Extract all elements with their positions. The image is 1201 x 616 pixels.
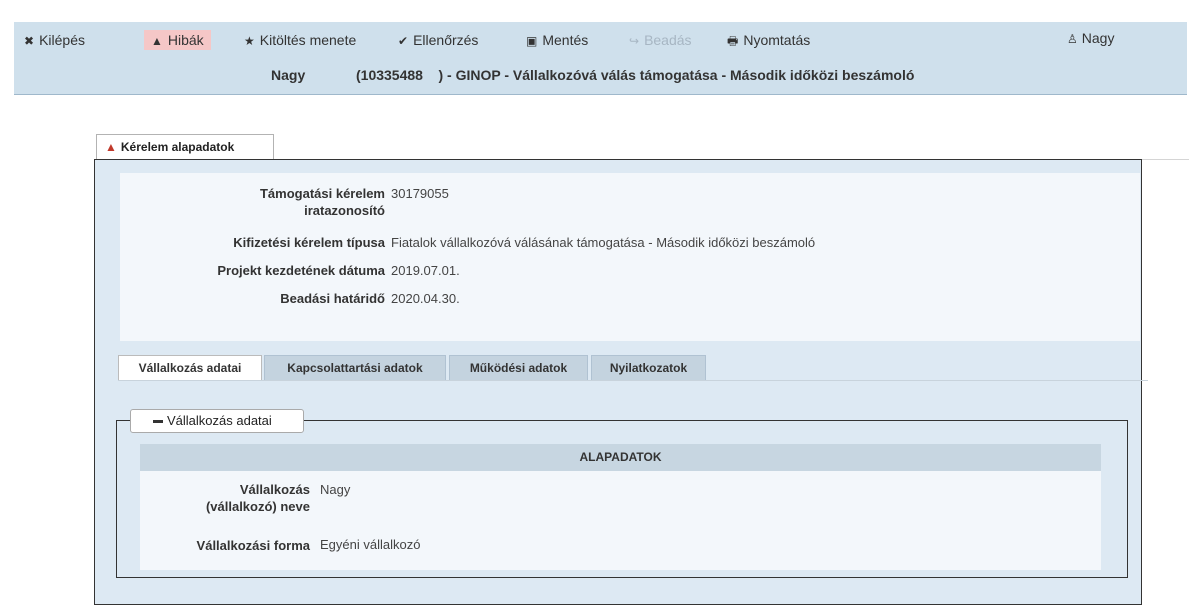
print-label: Nyomtatás [743,32,811,48]
errors-label: Hibák [167,32,204,48]
section-legend: Vállalkozás adatai [167,413,272,428]
field-label: Vállalkozás (vállalkozó) neve [140,481,310,515]
exit-button[interactable]: ✖ Kilépés [24,30,85,50]
project-title: (10335488 ) - GINOP - Vállalkozóvá válás… [356,67,915,83]
checkmark-icon: ✔ [398,34,409,48]
info-value: 2019.07.01. [391,263,460,278]
section-header: ALAPADATOK [140,444,1101,471]
fill-guide-label: Kitöltés menete [259,32,357,48]
minus-icon [153,420,163,424]
info-value: 30179055 [391,186,449,201]
save-icon: ▣ [526,34,538,48]
check-button[interactable]: ✔ Ellenőrzés [398,30,478,50]
info-label: Támogatási kérelem iratazonosító [120,185,385,219]
user-icon: ♙ [1067,32,1078,46]
fill-guide-button[interactable]: ★ Kitöltés menete [244,30,356,50]
info-label-line2: iratazonosító [304,203,385,218]
info-value: 2020.04.30. [391,291,460,306]
share-arrow-icon: ↪ [629,34,640,48]
field-value: Nagy [320,482,351,497]
alapadatok-body: Vállalkozás (vállalkozó) neve Nagy Válla… [140,471,1101,570]
info-label-line1: Támogatási kérelem [259,186,385,201]
check-label: Ellenőrzés [413,32,479,48]
field-label-line2: (vállalkozó) neve [205,499,310,514]
submit-button[interactable]: ↪ Beadás [629,30,692,50]
info-label: Beadási határidő [280,291,385,306]
print-button[interactable]: 🖶 Nyomtatás [727,30,810,50]
tab-kapcsolattartasi-adatok[interactable]: Kapcsolattartási adatok [264,355,446,381]
tab-label: Kérelem alapadatok [120,140,235,154]
field-label: Vállalkozási forma [196,538,310,553]
info-label: Projekt kezdetének dátuma [217,263,385,278]
user-menu[interactable]: ♙ Nagy [1067,30,1114,46]
info-value: Fiatalok vállalkozóvá válásának támogatá… [391,235,816,250]
warning-icon: ▲ [151,34,163,48]
warning-icon: ▲ [105,140,117,154]
tab-nyilatkozatok[interactable]: Nyilatkozatok [591,355,706,381]
submit-label: Beadás [644,32,692,48]
tab-kerelem-alapadatok[interactable]: ▲ Kérelem alapadatok [96,134,274,161]
save-button[interactable]: ▣ Mentés [526,30,588,50]
printer-icon: 🖶 [727,34,739,48]
errors-button[interactable]: ▲ Hibák [144,30,211,50]
exit-label: Kilépés [39,32,85,48]
divider [118,380,1148,381]
star-icon: ★ [244,34,255,48]
field-label-line1: Vállalkozás [239,482,310,497]
info-row-iratazonosito: Támogatási kérelem iratazonosító 3017905… [120,185,1120,219]
top-toolbar: ✖ Kilépés ▲ Hibák ★ Kitöltés menete ✔ Ellenő… [14,22,1187,95]
save-label: Mentés [542,32,589,48]
info-label: Kifizetési kérelem típusa [233,235,385,250]
tab-vallalkozas-adatai[interactable]: Vállalkozás adatai [118,355,262,381]
tab-mukodesi-adatok[interactable]: Működési adatok [449,355,588,381]
application-info: Támogatási kérelem iratazonosító 3017905… [120,173,1140,341]
user-label: Nagy [1081,30,1115,46]
row-vallalkozo-neve: Vállalkozás (vállalkozó) neve Nagy [140,481,1040,517]
field-value: Egyéni vállalkozó [320,537,421,552]
close-icon: ✖ [24,34,35,48]
collapse-section-button[interactable]: Vállalkozás adatai [130,409,304,433]
applicant-name: Nagy [271,67,306,83]
